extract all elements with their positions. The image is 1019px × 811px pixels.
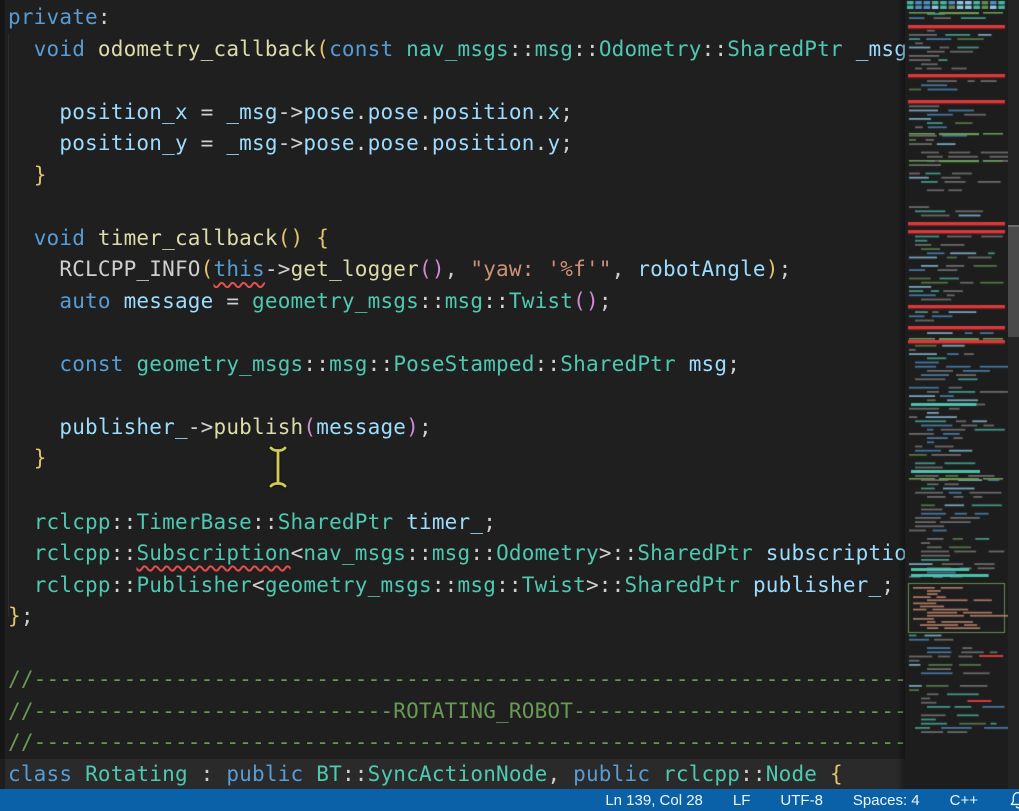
code-line[interactable]: RCLCPP_INFO(this->get_logger(), "yaw: '%… [0,254,905,286]
code-line[interactable]: rclcpp::TimerBase::SharedPtr timer_; [0,507,905,539]
code-line[interactable]: //--------------------------------------… [0,664,905,696]
status-cursor-position[interactable]: Ln 139, Col 28 [605,792,703,809]
code-line[interactable]: position_y = _msg->pose.pose.position.y; [0,128,905,160]
code-line[interactable]: void odometry_callback(const nav_msgs::m… [0,34,905,66]
status-eol[interactable]: LF [733,792,751,809]
code-line[interactable] [0,191,905,223]
code-line[interactable] [0,317,905,349]
code-lines[interactable]: private: void odometry_callback(const na… [0,0,905,789]
code-line[interactable]: } [0,160,905,192]
code-line[interactable]: //----------------------------ROTATING_R… [0,696,905,728]
code-line[interactable]: void timer_callback() { [0,223,905,255]
minimap[interactable] [905,0,1008,789]
editor-minimap-seam [897,0,905,789]
scrollbar-thumb[interactable] [1008,225,1019,337]
code-line[interactable] [0,633,905,665]
code-line[interactable]: position_x = _msg->pose.pose.position.x; [0,97,905,129]
status-encoding[interactable]: UTF-8 [780,792,823,809]
code-line[interactable]: //--------------------------------------… [0,727,905,759]
editor-left-shade [0,0,5,789]
code-line[interactable]: }; [0,601,905,633]
status-indentation[interactable]: Spaces: 4 [853,792,920,809]
code-line[interactable]: class Rotating : public BT::SyncActionNo… [0,759,905,789]
status-language[interactable]: C++ [950,792,978,809]
scrollbar-track[interactable] [1008,0,1019,789]
vscode-editor-window: private: void odometry_callback(const na… [0,0,1019,811]
code-line[interactable] [0,380,905,412]
ibeam-cursor-icon [266,444,290,490]
bell-icon[interactable] [1008,791,1019,809]
code-line[interactable]: rclcpp::Subscription<nav_msgs::msg::Odom… [0,538,905,570]
code-line[interactable]: private: [0,2,905,34]
status-bar: Ln 139, Col 28 LF UTF-8 Spaces: 4 C++ [0,789,1019,811]
code-line[interactable]: auto message = geometry_msgs::msg::Twist… [0,286,905,318]
code-line[interactable]: const geometry_msgs::msg::PoseStamped::S… [0,349,905,381]
code-line[interactable]: } [0,443,905,475]
code-line[interactable]: rclcpp::Publisher<geometry_msgs::msg::Tw… [0,570,905,602]
code-line[interactable]: publisher_->publish(message); [0,412,905,444]
code-line[interactable] [0,65,905,97]
code-editor-area[interactable]: private: void odometry_callback(const na… [0,0,905,789]
code-line[interactable] [0,475,905,507]
